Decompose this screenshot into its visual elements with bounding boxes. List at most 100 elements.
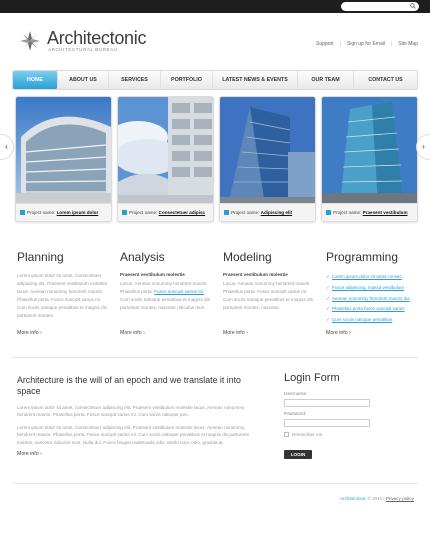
analysis-column: Analysis Praesent vestibulum molestie La… [120,250,212,336]
nav-services[interactable]: SERVICES [109,71,161,89]
search-input[interactable] [344,2,406,11]
text-part: Cum sociis natoque penatibus et magnis d… [120,297,210,310]
more-info-link[interactable]: More info › [17,451,259,457]
project-link[interactable]: Adipiscing elit [261,210,292,215]
programming-column: Programming ✓ Lorem ipsum dolor sit amet … [326,250,418,336]
list-item[interactable]: ✓ Phasellus porta fusce suscipit varius [326,304,418,315]
list-item-label[interactable]: Fusce adipiscing, massa vestibulum [332,285,404,290]
footer-brand[interactable]: Architectonic [340,496,366,501]
building-photo-3 [220,97,315,205]
bullet-icon [326,210,331,215]
slide-caption: Project name: Consectetuer adipisc [118,203,213,221]
password-label: Password: [284,412,307,417]
slide-card[interactable]: Project name: Praesent vestibulum [321,96,418,222]
nav-our-team[interactable]: OUR TEAM [298,71,354,89]
bullet-icon [224,210,229,215]
column-title: Analysis [120,250,165,264]
planning-column: Planning Lorem ipsum dolor sit amet, con… [17,250,109,336]
about-section: Architecture is the will of an epoch and… [17,375,259,457]
caption-prefix: Project name: [129,210,158,215]
nav-portfolio[interactable]: PORTFOLIO [161,71,213,89]
nav-about-us[interactable]: ABOUT US [58,71,109,89]
password-field[interactable] [284,419,370,427]
slide-card[interactable]: Project name: Consectetuer adipisc [117,96,214,222]
list-item-label[interactable]: Lorem ipsum dolor sit amet consec [332,274,402,279]
login-title: Login Form [284,372,340,384]
remember-label: Remember me [292,432,323,437]
logo-subtitle: ARCHITECTURAL BUREAU [48,47,118,52]
slider-prev-button[interactable]: ‹ [0,134,14,160]
separator: | [339,41,341,47]
search-box[interactable] [341,2,419,11]
footer: Architectonic © 2011 | Privacy policy [340,496,414,501]
list-item[interactable]: ✓ Aenean nonummy hendrerit mauris dui [326,294,418,305]
column-text: Lacus. Aenean nonummy hendrerit mauris. … [120,280,212,312]
section-divider [12,357,418,358]
more-info-link[interactable]: More info › [120,330,145,336]
project-slider: Project name: Lorem ipsum dolor Project … [0,96,430,226]
caption-prefix: Project name: [231,210,260,215]
building-photo-1 [16,97,111,205]
list-item[interactable]: ✓ Fusce adipiscing, massa vestibulum [326,283,418,294]
slide-card[interactable]: Project name: Lorem ipsum dolor [15,96,112,222]
caption-prefix: Project name: [333,210,362,215]
support-link[interactable]: Support [316,41,334,47]
list-item-label[interactable]: Aenean nonummy hendrerit mauris dui [332,296,410,301]
slide-card[interactable]: Project name: Adipiscing elit [219,96,316,222]
top-bar [0,0,430,13]
remember-checkbox[interactable] [284,432,289,437]
search-icon[interactable] [410,3,416,9]
list-item[interactable]: ✓ Cum sociis natoque penatibus [326,315,418,326]
project-link[interactable]: Consectetuer adipisc [159,210,205,215]
modeling-column: Modeling Praesent vestibulum molestie La… [223,250,315,336]
list-item-label[interactable]: Phasellus porta fusce suscipit varius [332,306,405,311]
list-item-label[interactable]: Cum sociis natoque penatibus [332,317,392,322]
more-info-link[interactable]: More info › [17,330,42,336]
more-info-label[interactable]: More info [17,451,39,457]
column-title: Planning [17,250,64,264]
more-info-label[interactable]: More info [326,330,348,336]
username-field[interactable] [284,399,370,407]
nav-news-events[interactable]: LATEST NEWS & EVENTS [213,71,298,89]
username-label: Username: [284,392,308,397]
chevron-left-icon[interactable]: ‹ [5,142,8,151]
chevron-right-icon[interactable]: › [422,142,425,151]
slide-caption: Project name: Lorem ipsum dolor [16,203,111,221]
top-links: Support | Sign up for Email | Site Map [316,41,418,47]
footer-divider [12,483,418,484]
nav-contact-us[interactable]: CONTACT US [354,71,417,89]
column-text: Lacus. Aenean nonummy hendrerit mauris. … [223,281,313,310]
remember-me[interactable]: Remember me [284,432,414,437]
about-heading: Architecture is the will of an epoch and… [17,375,241,396]
building-photo-2 [118,97,213,205]
more-info-link[interactable]: More info › [223,330,248,336]
column-text: Lorem ipsum dolor sit amet, consectetuer… [17,273,108,318]
caption-prefix: Project name: [27,210,56,215]
more-info-label[interactable]: More info [120,330,142,336]
building-photo-4 [322,97,417,205]
footer-separator: | [383,496,385,501]
inline-link[interactable]: Fusce suscipit varius mi. [154,289,204,294]
logo-mark-icon[interactable] [19,30,41,52]
about-paragraph: Lorem ipsum dolor sit amet, consectetuer… [17,424,249,445]
list-item[interactable]: ✓ Lorem ipsum dolor sit amet consec [326,272,418,283]
privacy-link[interactable]: Privacy policy [386,496,414,501]
sitemap-link[interactable]: Site Map [398,41,418,47]
more-info-label[interactable]: More info [223,330,245,336]
project-link[interactable]: Lorem ipsum dolor [57,210,99,215]
column-title: Modeling [223,250,272,264]
project-link[interactable]: Praesent vestibulum [363,210,408,215]
bullet-icon [20,210,25,215]
more-info-link[interactable]: More info › [326,330,351,336]
programming-list: ✓ Lorem ipsum dolor sit amet consec ✓ Fusc… [326,272,418,326]
login-button[interactable]: LOGIN [284,450,312,459]
slide-caption: Project name: Adipiscing elit [220,203,315,221]
slide-caption: Project name: Praesent vestibulum [322,203,417,221]
logo-title[interactable]: Architectonic [47,28,146,49]
signup-link[interactable]: Sign up for Email [347,41,385,47]
more-info-label[interactable]: More info [17,330,39,336]
slider-next-button[interactable]: › [416,134,430,160]
about-paragraph: Lorem ipsum dolor sit amet, consectetuer… [17,405,245,418]
nav-home[interactable]: HOME [13,71,58,89]
footer-copyright: © 2011 [367,496,383,501]
